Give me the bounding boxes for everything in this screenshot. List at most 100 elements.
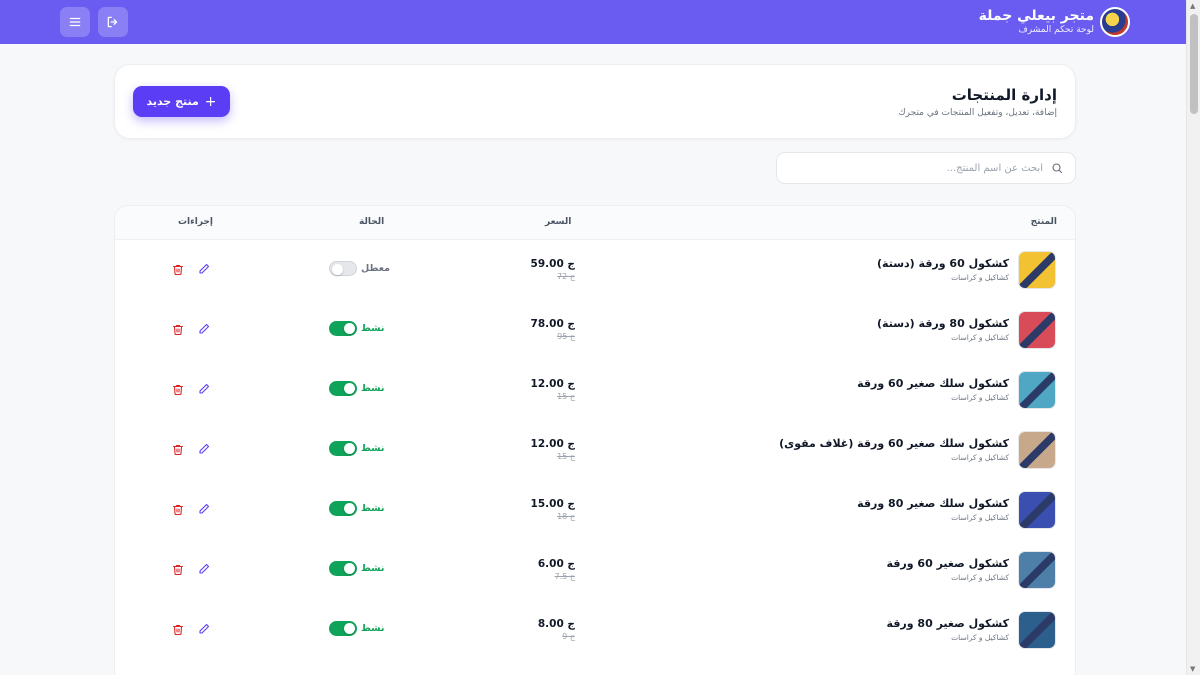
plus-icon: +: [204, 93, 217, 110]
price-cell: 78.00 ج 95 ج: [529, 318, 575, 341]
search-input[interactable]: [803, 162, 1043, 174]
scroll-up-icon[interactable]: ▲: [1190, 2, 1195, 10]
price-cell: 6.00 ج 7.5 ج: [529, 558, 575, 581]
edit-icon[interactable]: [197, 322, 211, 336]
status-cell: نشط: [329, 321, 384, 336]
product-name: كشكول 60 ورقة (دستة): [877, 257, 1009, 270]
row-actions: [171, 622, 211, 636]
product-old-price: 18 ج: [557, 512, 575, 521]
edit-icon[interactable]: [197, 622, 211, 636]
edit-icon[interactable]: [197, 382, 211, 396]
search-box: [776, 152, 1076, 184]
product-category: كشاكيل و كراسات: [951, 453, 1009, 462]
product-thumbnail: [1018, 251, 1056, 289]
store-name: متجر بيعلي جملة: [978, 8, 1094, 24]
edit-icon[interactable]: [197, 262, 211, 276]
delete-icon[interactable]: [171, 622, 185, 636]
search-icon: [1052, 163, 1063, 174]
delete-icon[interactable]: [171, 262, 185, 276]
toggle-knob: [344, 443, 355, 454]
product-name: كشكول صغير 80 ورقة: [886, 617, 1009, 630]
delete-icon[interactable]: [171, 322, 185, 336]
product-price: 59.00 ج: [530, 258, 575, 270]
product-thumbnail: [1018, 611, 1056, 649]
page-title: إدارة المنتجات: [951, 86, 1057, 104]
new-product-button[interactable]: + منتج جديد: [133, 86, 230, 117]
table-header: المنتج السعر الحالة إجراءات: [115, 206, 1075, 240]
product-price: 15.00 ج: [530, 498, 575, 510]
status-label: نشط: [361, 323, 385, 334]
delete-icon[interactable]: [171, 502, 185, 516]
toggle-knob: [344, 323, 355, 334]
status-toggle[interactable]: [329, 621, 357, 636]
product-old-price: 15 ج: [557, 392, 575, 401]
product-category: كشاكيل و كراسات: [951, 573, 1009, 582]
top-header: متجر بيعلي جملة لوحة تحكم المشرف: [0, 0, 1186, 44]
product-category: كشاكيل و كراسات: [951, 633, 1009, 642]
header-status: الحالة: [359, 217, 385, 227]
status-toggle[interactable]: [329, 321, 357, 336]
row-actions: [171, 502, 211, 516]
product-price: 78.00 ج: [530, 318, 575, 330]
table-row: كشكول صغير 60 ورقة كشاكيل و كراسات 6.00 …: [115, 540, 1075, 600]
delete-icon[interactable]: [171, 442, 185, 456]
scroll-down-icon[interactable]: ▼: [1190, 665, 1195, 673]
dashboard-subtitle: لوحة تحكم المشرف: [1018, 25, 1094, 35]
menu-button[interactable]: [60, 7, 90, 37]
status-cell: معطل: [329, 261, 390, 276]
product-old-price: 7.5 ج: [554, 572, 575, 581]
product-thumbnail: [1018, 311, 1056, 349]
product-image: [1019, 612, 1055, 648]
row-actions: [171, 322, 211, 336]
product-category: كشاكيل و كراسات: [951, 333, 1009, 342]
price-cell: 12.00 ج 15 ج: [529, 438, 575, 461]
product-old-price: 72 ج: [557, 272, 575, 281]
header-product: المنتج: [1030, 217, 1057, 227]
row-actions: [171, 442, 211, 456]
table-row: كشكول 80 ورقة (دستة) كشاكيل و كراسات 78.…: [115, 300, 1075, 360]
edit-icon[interactable]: [197, 442, 211, 456]
status-toggle[interactable]: [329, 441, 357, 456]
price-cell: 15.00 ج 18 ج: [529, 498, 575, 521]
product-old-price: 95 ج: [557, 332, 575, 341]
page-scrollbar[interactable]: ▲ ▼: [1186, 0, 1200, 675]
logout-button[interactable]: [98, 7, 128, 37]
price-cell: 8.00 ج 9 ج: [529, 618, 575, 641]
status-label: نشط: [361, 383, 385, 394]
edit-icon[interactable]: [197, 502, 211, 516]
row-actions: [171, 562, 211, 576]
product-category: كشاكيل و كراسات: [951, 513, 1009, 522]
product-name: كشكول 80 ورقة (دستة): [877, 317, 1009, 330]
status-toggle[interactable]: [329, 501, 357, 516]
scroll-thumb[interactable]: [1190, 14, 1198, 114]
status-toggle[interactable]: [329, 381, 357, 396]
price-cell: 59.00 ج 72 ج: [529, 258, 575, 281]
status-toggle[interactable]: [329, 561, 357, 576]
store-logo: [1100, 7, 1130, 37]
product-image: [1019, 312, 1055, 348]
status-cell: نشط: [329, 381, 384, 396]
status-toggle[interactable]: [329, 261, 357, 276]
product-thumbnail: [1018, 371, 1056, 409]
product-thumbnail: [1018, 491, 1056, 529]
table-row: كشكول 60 ورقة (دستة) كشاكيل و كراسات 59.…: [115, 240, 1075, 300]
status-cell: نشط: [329, 561, 384, 576]
product-image: [1019, 432, 1055, 468]
logout-icon: [107, 16, 118, 28]
toggle-knob: [344, 503, 355, 514]
status-label: نشط: [361, 563, 385, 574]
new-product-label: منتج جديد: [146, 95, 199, 108]
delete-icon[interactable]: [171, 382, 185, 396]
product-image: [1019, 252, 1055, 288]
status-label: نشط: [361, 443, 385, 454]
header-price: السعر: [545, 217, 572, 227]
toggle-knob: [332, 264, 343, 275]
toggle-knob: [344, 383, 355, 394]
delete-icon[interactable]: [171, 562, 185, 576]
product-image: [1019, 552, 1055, 588]
product-image: [1019, 372, 1055, 408]
edit-icon[interactable]: [197, 562, 211, 576]
product-old-price: 9 ج: [562, 632, 575, 641]
brand[interactable]: متجر بيعلي جملة لوحة تحكم المشرف: [979, 7, 1130, 37]
product-name: كشكول سلك صغير 80 ورقة: [857, 497, 1009, 510]
